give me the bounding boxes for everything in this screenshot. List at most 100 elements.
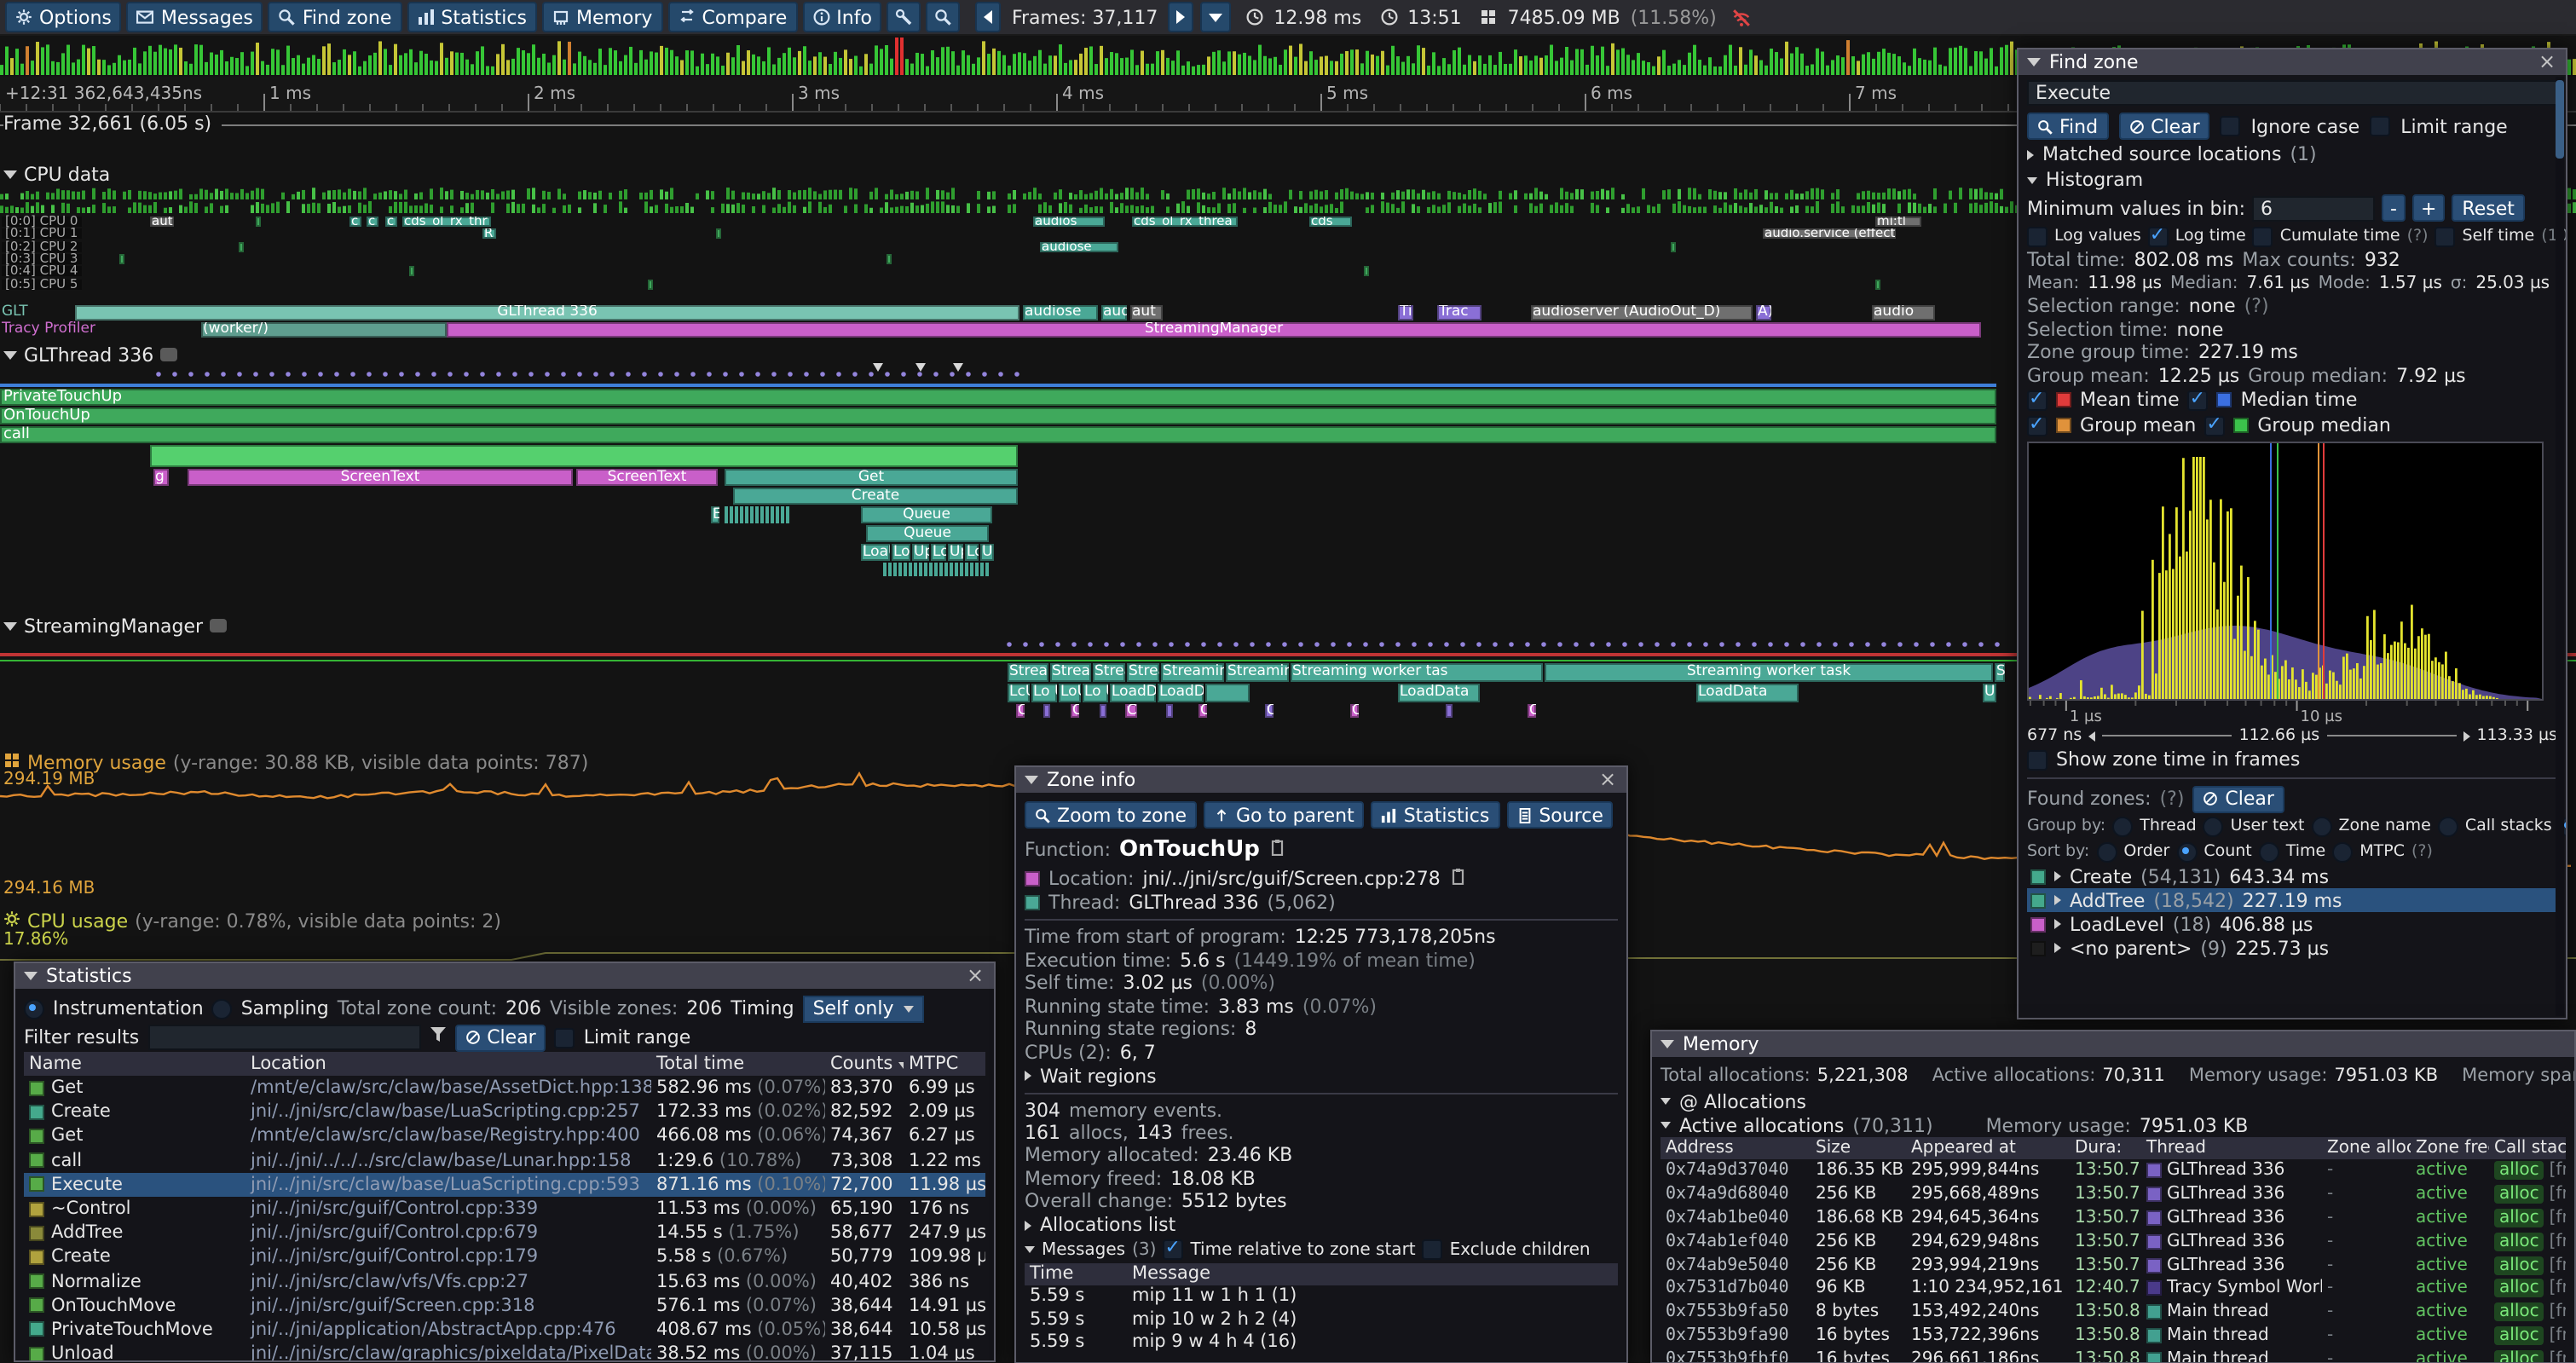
column-header-message[interactable]: Message <box>1127 1263 1618 1284</box>
messages-table-header[interactable]: TimeMessage <box>1025 1262 1618 1285</box>
zone[interactable]: Trac <box>1437 305 1481 321</box>
toolbar-button-info[interactable]: Info <box>802 2 882 32</box>
zone[interactable] <box>119 254 124 264</box>
toolbar-button-tools[interactable] <box>887 2 921 32</box>
table-row[interactable]: Createjni/../jni/src/claw/base/LuaScript… <box>24 1100 985 1123</box>
tiny-zone[interactable] <box>740 506 742 523</box>
streamingmanager-header[interactable]: StreamingManager <box>3 615 227 636</box>
zone[interactable]: audiose <box>1040 241 1118 251</box>
clear-filter-button[interactable]: Clear <box>454 1024 546 1051</box>
wait-regions-row[interactable]: Wait regions <box>1025 1064 1618 1088</box>
group-by-radio-call-stacks[interactable] <box>2438 816 2458 836</box>
tiny-zone[interactable] <box>919 563 921 576</box>
allocations-row[interactable]: @ Allocations <box>1661 1089 2566 1113</box>
zone[interactable]: cds <box>1309 217 1352 227</box>
column-header-zone-free[interactable]: Zone free <box>2411 1139 2489 1158</box>
zone[interactable]: Streaming worker tas <box>1291 663 1543 682</box>
zone[interactable]: Strea <box>1093 663 1125 682</box>
alloc-callstack-button[interactable]: alloc <box>2494 1233 2544 1251</box>
table-row[interactable]: Get/mnt/e/claw/src/claw/base/Registry.hp… <box>24 1124 985 1148</box>
close-icon[interactable]: × <box>965 965 985 987</box>
tiny-zone[interactable] <box>898 563 901 576</box>
zone[interactable]: cds_ol_rx_threa <box>1132 217 1238 227</box>
zone[interactable]: aut <box>150 217 174 227</box>
alloc-callstack-button[interactable]: alloc <box>2494 1302 2544 1321</box>
find-zone-titlebar[interactable]: Find zone× <box>2019 49 2566 75</box>
sampling-radio[interactable] <box>212 998 233 1019</box>
tiny-zone[interactable] <box>944 563 947 576</box>
zone[interactable]: Ci <box>1125 704 1137 718</box>
tiny-zone[interactable] <box>755 506 758 523</box>
tiny-zone[interactable] <box>786 506 788 523</box>
zone[interactable]: C <box>1071 704 1079 718</box>
group-by-radio-zone-name[interactable] <box>2312 816 2332 836</box>
table-row[interactable]: calljni/../jni/../../../src/claw/base/Lu… <box>24 1148 985 1172</box>
instrumentation-radio[interactable] <box>24 998 44 1019</box>
zone[interactable]: E <box>711 506 719 523</box>
zone[interactable]: aut <box>1130 305 1163 321</box>
column-header-location[interactable]: Location <box>245 1054 651 1074</box>
message-row[interactable]: 5.59 smip 11 w 1 h 1 (1) <box>1025 1285 1618 1308</box>
zone[interactable]: LcU <box>1008 684 1030 702</box>
self-time-checkbox[interactable] <box>2435 226 2456 246</box>
messages-header-row[interactable]: Messages(3)Time relative to zone startEx… <box>1025 1237 1618 1262</box>
tiny-zone[interactable] <box>914 563 916 576</box>
column-header-call-stack[interactable]: Call stack <box>2489 1139 2566 1158</box>
zone[interactable]: g <box>153 469 169 486</box>
sort-by-radio-time[interactable] <box>2259 841 2279 862</box>
statistics-button[interactable]: Statistics <box>1372 801 1500 829</box>
tiny-zone[interactable] <box>929 563 932 576</box>
zone[interactable]: ScreenText <box>188 469 573 486</box>
zone[interactable] <box>716 229 721 240</box>
zone[interactable] <box>1100 704 1106 718</box>
column-header-counts[interactable]: Counts <box>825 1054 904 1074</box>
zone[interactable]: Create <box>733 488 1018 505</box>
sort-by-radio-mtpc[interactable] <box>2332 841 2353 862</box>
copy-icon[interactable] <box>1268 838 1285 860</box>
zone[interactable]: C <box>1198 704 1207 718</box>
column-header-appeared-at[interactable]: Appeared at <box>1906 1139 2070 1158</box>
table-row[interactable]: AddTreejni/../jni/src/guif/Control.cpp:6… <box>24 1221 985 1245</box>
zone[interactable]: C <box>1350 704 1359 718</box>
group-by-radio-thread[interactable] <box>2112 816 2133 836</box>
clear-button[interactable]: Clear <box>2118 113 2210 140</box>
go-to-parent-button[interactable]: Go to parent <box>1204 801 1365 829</box>
zone[interactable] <box>409 266 414 276</box>
zone[interactable] <box>1875 279 1880 289</box>
show-zone-time-checkbox[interactable] <box>2027 749 2048 770</box>
found-zone-group-row[interactable]: Create(54,131)643.34 ms <box>2027 864 2557 888</box>
column-header-time[interactable]: Time <box>1025 1263 1127 1284</box>
zone[interactable]: (worker/) <box>201 322 447 338</box>
allocation-row[interactable]: 0x74ab1ef040256 KB294,629,948ns13:50.7GL… <box>1661 1230 2566 1254</box>
time-relative-checkbox[interactable] <box>1163 1239 1183 1260</box>
zone[interactable] <box>887 254 892 264</box>
toolbar-button-options[interactable]: Options <box>5 2 122 32</box>
tiny-zone[interactable] <box>888 563 891 576</box>
allocation-row[interactable]: 0x7553b9fbf016 bytes296,661,186ns13:50.8… <box>1661 1348 2566 1363</box>
table-row[interactable]: Normalizejni/../jni/src/claw/vfs/Vfs.cpp… <box>24 1269 985 1293</box>
message-row[interactable]: 5.59 smip 9 w 4 h 4 (16) <box>1025 1331 1618 1354</box>
zone[interactable]: Strea <box>1127 663 1159 682</box>
tiny-zone[interactable] <box>975 563 978 576</box>
zone[interactable]: Lo <box>931 544 946 561</box>
tiny-zone[interactable] <box>965 563 967 576</box>
zone[interactable]: Strea <box>1008 663 1048 682</box>
tiny-zone[interactable] <box>924 563 927 576</box>
timing-select[interactable]: Self only <box>803 995 925 1022</box>
statistics-window-titlebar[interactable]: Statistics× <box>15 963 994 989</box>
zone[interactable]: Ci <box>1265 704 1274 718</box>
zone[interactable]: LoadDaU <box>1110 684 1156 702</box>
tiny-zone[interactable] <box>750 506 753 523</box>
tiny-zone[interactable] <box>776 506 778 523</box>
zone[interactable]: A) <box>1756 305 1771 321</box>
zone[interactable]: OnTouchUp <box>0 407 1996 424</box>
frames-prev-button[interactable] <box>976 2 1002 32</box>
zone[interactable]: audioserver (AudioOut_D) <box>1531 305 1753 321</box>
message-row[interactable]: 5.59 smip 10 w 2 h 2 (4) <box>1025 1308 1618 1331</box>
zone[interactable]: Lo <box>965 544 979 561</box>
zone[interactable]: c <box>367 217 378 227</box>
source-button[interactable]: Source <box>1506 801 1614 829</box>
tiny-zone[interactable] <box>939 563 942 576</box>
zone[interactable] <box>1205 684 1250 702</box>
memory-table-header[interactable]: AddressSizeAppeared atDura:ThreadZone al… <box>1661 1137 2566 1159</box>
